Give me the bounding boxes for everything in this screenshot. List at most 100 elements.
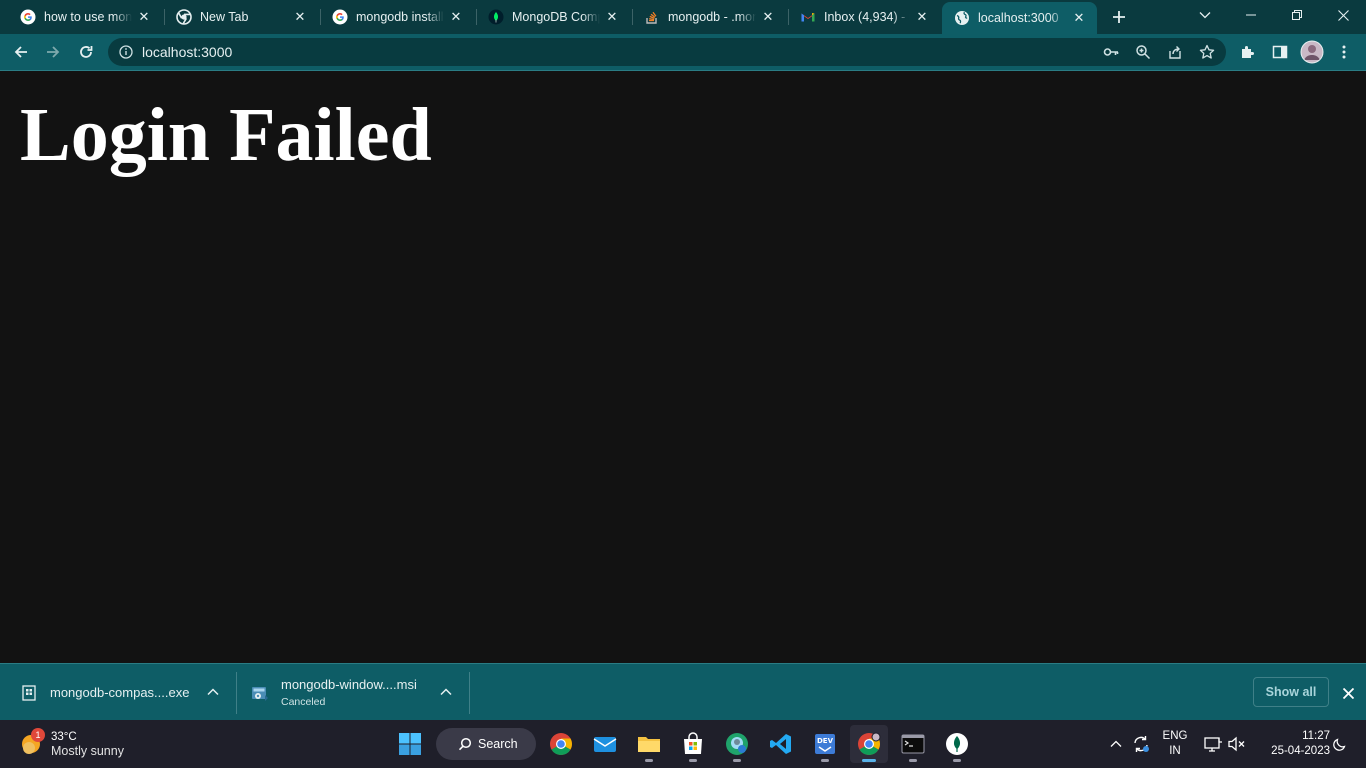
tab-mongodb-compass[interactable]: MongoDB Compass ✕ [476, 0, 630, 34]
arrow-right-icon [47, 46, 60, 58]
info-icon[interactable] [119, 45, 133, 59]
close-window-button[interactable] [1320, 0, 1366, 30]
language-region: IN [1169, 745, 1181, 757]
profile-button[interactable] [1298, 38, 1326, 66]
weather-widget[interactable]: 1 33°C Mostly sunny [18, 726, 124, 762]
running-indicator [953, 759, 961, 762]
download-filename: mongodb-compas....exe [50, 685, 190, 700]
chevron-up-icon[interactable] [205, 684, 221, 700]
minimize-button[interactable] [1228, 0, 1274, 30]
chevron-up-icon[interactable] [438, 684, 454, 700]
chrome-icon [550, 733, 572, 755]
close-icon[interactable]: ✕ [914, 9, 930, 25]
url-text[interactable]: localhost:3000 [142, 44, 232, 60]
close-icon[interactable]: ✕ [136, 9, 152, 25]
notifications-button[interactable] [1330, 720, 1350, 768]
weather-temperature: 33°C [51, 730, 77, 743]
chrome-icon [176, 9, 192, 25]
chevron-down-icon [1199, 12, 1211, 19]
language-indicator[interactable]: ENG IN [1160, 720, 1190, 768]
bookmark-star-icon[interactable] [1199, 44, 1215, 60]
running-indicator [821, 759, 829, 762]
close-icon[interactable]: ✕ [760, 9, 776, 25]
menu-button[interactable] [1330, 38, 1358, 66]
forward-button[interactable] [39, 38, 67, 66]
close-icon[interactable]: ✕ [604, 9, 620, 25]
taskbar-mongodb-compass[interactable] [938, 725, 976, 763]
vscode-icon [770, 734, 791, 754]
taskbar-edge-profile[interactable] [718, 725, 756, 763]
page-heading: Login Failed [20, 93, 432, 177]
close-icon [1342, 687, 1354, 699]
folder-icon [638, 737, 660, 752]
close-icon[interactable]: ✕ [1071, 10, 1087, 26]
chevron-up-icon [1110, 740, 1122, 747]
network-status[interactable] [1202, 720, 1224, 768]
monitor-network-icon [1204, 737, 1222, 752]
download-item[interactable]: mongodb-window....msi Canceled [251, 664, 461, 721]
stackoverflow-icon [644, 9, 660, 25]
google-icon [332, 9, 348, 25]
moon-icon [1333, 738, 1346, 751]
start-button[interactable] [391, 725, 429, 763]
edge-icon [726, 733, 748, 755]
taskbar-vscode[interactable] [762, 725, 800, 763]
address-bar[interactable]: localhost:3000 [108, 38, 1226, 66]
sync-status[interactable] [1128, 720, 1154, 768]
tab-new-tab[interactable]: New Tab ✕ [164, 0, 318, 34]
zoom-icon[interactable] [1135, 44, 1151, 60]
taskbar-search[interactable]: Search [436, 728, 536, 760]
close-icon [1337, 9, 1349, 21]
windows-taskbar: 1 33°C Mostly sunny Search DEV ENG IN 11… [0, 720, 1366, 768]
system-clock[interactable]: 11:27 25-04-2023 [1252, 729, 1330, 759]
restore-button[interactable] [1274, 0, 1320, 30]
taskbar-dev-app[interactable]: DEV [806, 725, 844, 763]
extensions-button[interactable] [1234, 38, 1262, 66]
tab-search-button[interactable] [1182, 0, 1228, 30]
google-icon [20, 9, 36, 25]
close-icon[interactable]: ✕ [292, 9, 308, 25]
tab-title: MongoDB Compass [512, 10, 600, 24]
tab-localhost[interactable]: localhost:3000 ✕ [942, 2, 1097, 34]
msi-package-icon [251, 684, 269, 702]
show-hidden-icons-button[interactable] [1106, 720, 1126, 768]
taskbar-terminal[interactable] [894, 725, 932, 763]
globe-icon [954, 10, 970, 26]
avatar [1300, 40, 1324, 64]
reload-button[interactable] [72, 38, 100, 66]
clock-time: 11:27 [1302, 730, 1330, 742]
weather-condition: Mostly sunny [51, 743, 124, 758]
taskbar-store[interactable] [674, 725, 712, 763]
clock-date: 25-04-2023 [1271, 745, 1330, 757]
download-item[interactable]: mongodb-compas....exe [20, 664, 230, 721]
download-shelf: mongodb-compas....exe mongodb-window....… [0, 663, 1366, 720]
back-button[interactable] [7, 38, 35, 66]
taskbar-file-explorer[interactable] [630, 725, 668, 763]
taskbar-mail[interactable] [586, 725, 624, 763]
tab-gmail-inbox[interactable]: Inbox (4,934) - up ✕ [788, 0, 940, 34]
tab-mongodb-installation[interactable]: mongodb installation ✕ [320, 0, 474, 34]
taskbar-chrome-active[interactable] [850, 725, 888, 763]
minimize-icon [1246, 14, 1256, 16]
running-indicator [909, 759, 917, 762]
tab-mongodb-mongorc[interactable]: mongodb - .mongorc ✕ [632, 0, 786, 34]
tab-title: localhost:3000 [978, 11, 1059, 25]
gmail-icon [800, 9, 816, 25]
share-icon[interactable] [1167, 44, 1183, 60]
notification-badge: 1 [31, 728, 45, 742]
side-panel-button[interactable] [1266, 38, 1294, 66]
tab-title: mongodb - .mongorc [668, 10, 756, 24]
show-all-button[interactable]: Show all [1253, 677, 1329, 707]
tab-how-to-use-mongodb[interactable]: how to use mongodb ✕ [8, 0, 162, 34]
key-icon[interactable] [1103, 44, 1119, 60]
close-icon[interactable]: ✕ [448, 9, 464, 25]
volume-status[interactable] [1226, 720, 1248, 768]
mail-icon [593, 737, 617, 752]
mongodb-leaf-icon [946, 733, 968, 755]
browser-toolbar: localhost:3000 [0, 34, 1366, 71]
taskbar-chrome[interactable] [542, 725, 580, 763]
close-download-shelf-button[interactable] [1338, 683, 1358, 703]
new-tab-button[interactable] [1106, 4, 1132, 30]
tab-title: how to use mongodb [44, 10, 132, 24]
chrome-icon [858, 732, 881, 755]
